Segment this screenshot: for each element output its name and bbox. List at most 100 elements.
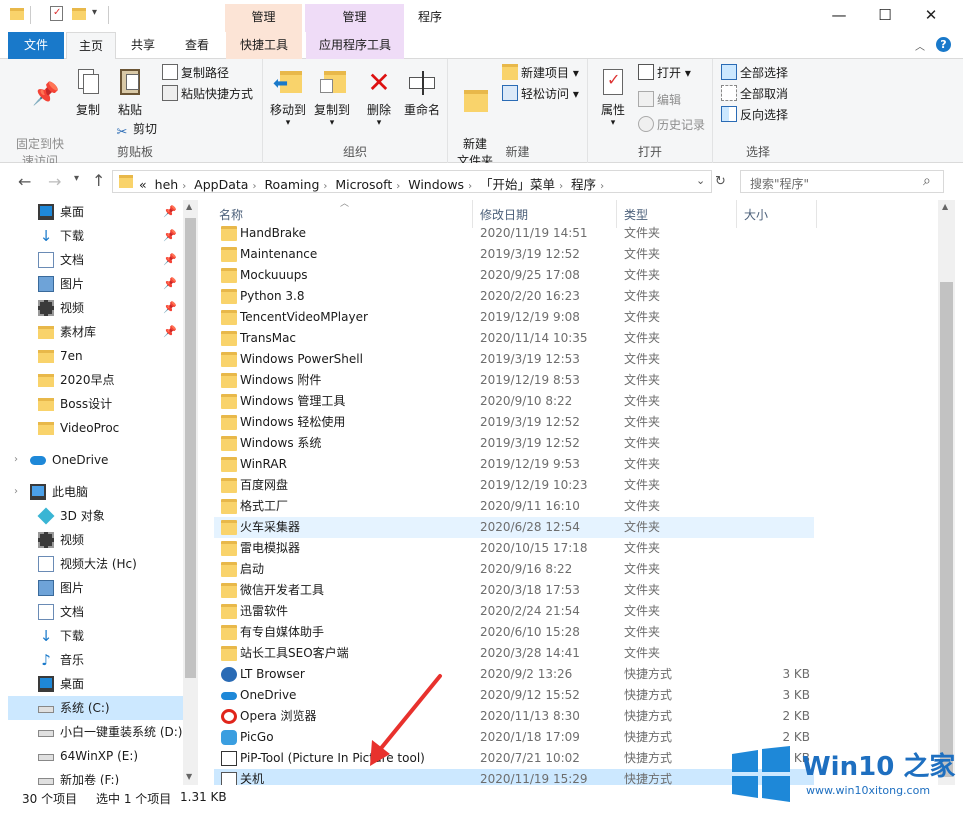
customize-qat-icon[interactable]: ▾ [92,7,97,18]
recent-locations-icon[interactable]: ▾ [74,173,79,184]
cut-button[interactable]: ✂ 剪切 [114,119,157,140]
breadcrumb-overflow[interactable]: « [139,177,147,192]
nav-item[interactable]: 视频 📌 [8,296,183,320]
file-row[interactable]: 迅雷软件 2020/2/24 21:54 文件夹 [214,601,814,622]
select-none-button[interactable]: 全部取消 [721,84,788,104]
new-folder-quick-icon[interactable] [72,8,86,20]
breadcrumb-item[interactable]: Windows [408,177,464,192]
expand-chevron-icon[interactable]: › [14,480,18,504]
file-row[interactable]: 启动 2020/9/16 8:22 文件夹 [214,559,814,580]
edit-button[interactable]: 编辑 [638,90,681,110]
breadcrumb-item[interactable]: Roaming [264,177,319,192]
paste-button[interactable]: 粘贴 [112,67,148,119]
nav-item[interactable]: 视频 [8,528,183,552]
column-size[interactable]: 大小 [744,206,768,223]
list-scrollbar-thumb[interactable] [940,282,953,777]
open-button[interactable]: 打开 ▾ [638,63,691,83]
scroll-down-icon[interactable]: ▼ [186,772,192,781]
nav-item[interactable]: 桌面 [8,672,183,696]
file-row[interactable]: Python 3.8 2020/2/20 16:23 文件夹 [214,286,814,307]
file-row[interactable]: 站长工具SEO客户端 2020/3/28 14:41 文件夹 [214,643,814,664]
history-button[interactable]: 历史记录 [638,115,705,135]
maximize-button[interactable]: ☐ [862,0,908,32]
file-row[interactable]: Windows 管理工具 2020/9/10 8:22 文件夹 [214,391,814,412]
new-item-button[interactable]: 新建项目 ▾ [502,63,579,83]
file-row[interactable]: Windows PowerShell 2019/3/19 12:53 文件夹 [214,349,814,370]
breadcrumb-item[interactable]: heh [155,177,179,192]
expand-chevron-icon[interactable]: › [14,448,18,472]
paste-shortcut-button[interactable]: 粘贴快捷方式 [162,84,253,104]
file-row[interactable]: 格式工厂 2020/9/11 16:10 文件夹 [214,496,814,517]
nav-item[interactable]: 系统 (C:) [8,696,183,720]
tab-shortcut-tools[interactable]: 快捷工具 [226,32,302,59]
nav-item[interactable]: 图片 📌 [8,272,183,296]
forward-arrow-icon[interactable]: → [48,172,61,191]
delete-button[interactable]: ✕ 删除 ▾ [361,67,397,128]
nav-item[interactable]: 7en [8,344,183,368]
address-dropdown-icon[interactable]: ⌄ [696,174,705,187]
tab-view[interactable]: 查看 [172,32,222,59]
nav-item[interactable]: 小白一键重装系统 (D:) [8,720,183,744]
search-box[interactable]: 搜索"程序" ⌕ [740,170,944,193]
properties-button[interactable]: ✓ 属性 ▾ [592,67,634,128]
nav-item[interactable]: ♪ 音乐 [8,648,183,672]
nav-item[interactable]: 文档 📌 [8,248,183,272]
nav-item[interactable]: 文档 [8,600,183,624]
tab-app-tools[interactable]: 应用程序工具 [306,32,404,59]
file-row[interactable]: Mockuuups 2020/9/25 17:08 文件夹 [214,265,814,286]
file-row[interactable]: TencentVideoMPlayer 2019/12/19 9:08 文件夹 [214,307,814,328]
file-row[interactable]: Windows 附件 2019/12/19 8:53 文件夹 [214,370,814,391]
scroll-up-icon[interactable]: ▲ [942,202,948,211]
back-arrow-icon[interactable]: ← [18,172,31,191]
select-all-button[interactable]: 全部选择 [721,63,788,83]
nav-item[interactable]: › OneDrive [8,448,183,472]
file-row[interactable]: 雷电模拟器 2020/10/15 17:18 文件夹 [214,538,814,559]
file-row[interactable]: 微信开发者工具 2020/3/18 17:53 文件夹 [214,580,814,601]
refresh-icon[interactable]: ↻ [715,174,726,189]
help-icon[interactable]: ? [936,37,951,52]
minimize-button[interactable]: — [816,0,862,32]
nav-item[interactable]: 桌面 📌 [8,200,183,224]
tab-share[interactable]: 共享 [118,32,168,59]
tab-file[interactable]: 文件 [8,32,64,59]
file-row[interactable]: LT Browser 2020/9/2 13:26 快捷方式 3 KB [214,664,814,685]
breadcrumb-item[interactable]: AppData [194,177,248,192]
nav-scrollbar-thumb[interactable] [185,218,196,678]
column-type[interactable]: 类型 [624,206,648,223]
search-icon[interactable]: ⌕ [923,173,931,189]
invert-selection-button[interactable]: 反向选择 [721,105,788,125]
copy-path-button[interactable]: 复制路径 [162,63,229,83]
nav-item[interactable]: 视频大法 (Hc) [8,552,183,576]
scroll-up-icon[interactable]: ▲ [186,202,192,211]
file-row[interactable]: Maintenance 2019/3/19 12:52 文件夹 [214,244,814,265]
close-button[interactable]: ✕ [908,0,954,32]
rename-button[interactable]: 重命名 [401,67,443,119]
breadcrumb-item[interactable]: Microsoft [335,177,392,192]
copy-button[interactable]: 复制 [70,67,106,119]
file-row[interactable]: TransMac 2020/11/14 10:35 文件夹 [214,328,814,349]
properties-quick-icon[interactable]: ✓ [50,6,63,21]
nav-item[interactable]: 2020早点 [8,368,183,392]
nav-item[interactable]: Boss设计 [8,392,183,416]
nav-item[interactable]: ↓ 下载 [8,624,183,648]
nav-item[interactable]: VideoProc [8,416,183,440]
nav-item[interactable]: ↓ 下载 📌 [8,224,183,248]
file-row[interactable]: Windows 轻松使用 2019/3/19 12:52 文件夹 [214,412,814,433]
breadcrumb-item[interactable]: 程序 [571,177,596,192]
file-row[interactable]: 火车采集器 2020/6/28 12:54 文件夹 [214,517,814,538]
breadcrumb-item[interactable]: 「开始」菜单 [480,177,555,192]
file-row[interactable]: 有专自媒体助手 2020/6/10 15:28 文件夹 [214,622,814,643]
copy-to-button[interactable]: 复制到 ▾ [311,67,353,128]
move-to-button[interactable]: ⬅ 移动到 ▾ [267,67,309,128]
file-row[interactable]: Opera 浏览器 2020/11/13 8:30 快捷方式 2 KB [214,706,814,727]
file-row[interactable]: Windows 系统 2019/3/19 12:52 文件夹 [214,433,814,454]
nav-item[interactable]: 图片 [8,576,183,600]
file-row[interactable]: OneDrive 2020/9/12 15:52 快捷方式 3 KB [214,685,814,706]
nav-item[interactable]: › 此电脑 [8,480,183,504]
file-row[interactable]: WinRAR 2019/12/19 9:53 文件夹 [214,454,814,475]
nav-item[interactable]: 素材库 📌 [8,320,183,344]
nav-item[interactable]: 64WinXP (E:) [8,744,183,768]
easy-access-button[interactable]: 轻松访问 ▾ [502,84,579,104]
address-bar[interactable]: « heh › AppData › Roaming › Microsoft › Wind… [112,170,726,193]
nav-item[interactable]: 新加卷 (F:) [8,768,183,785]
